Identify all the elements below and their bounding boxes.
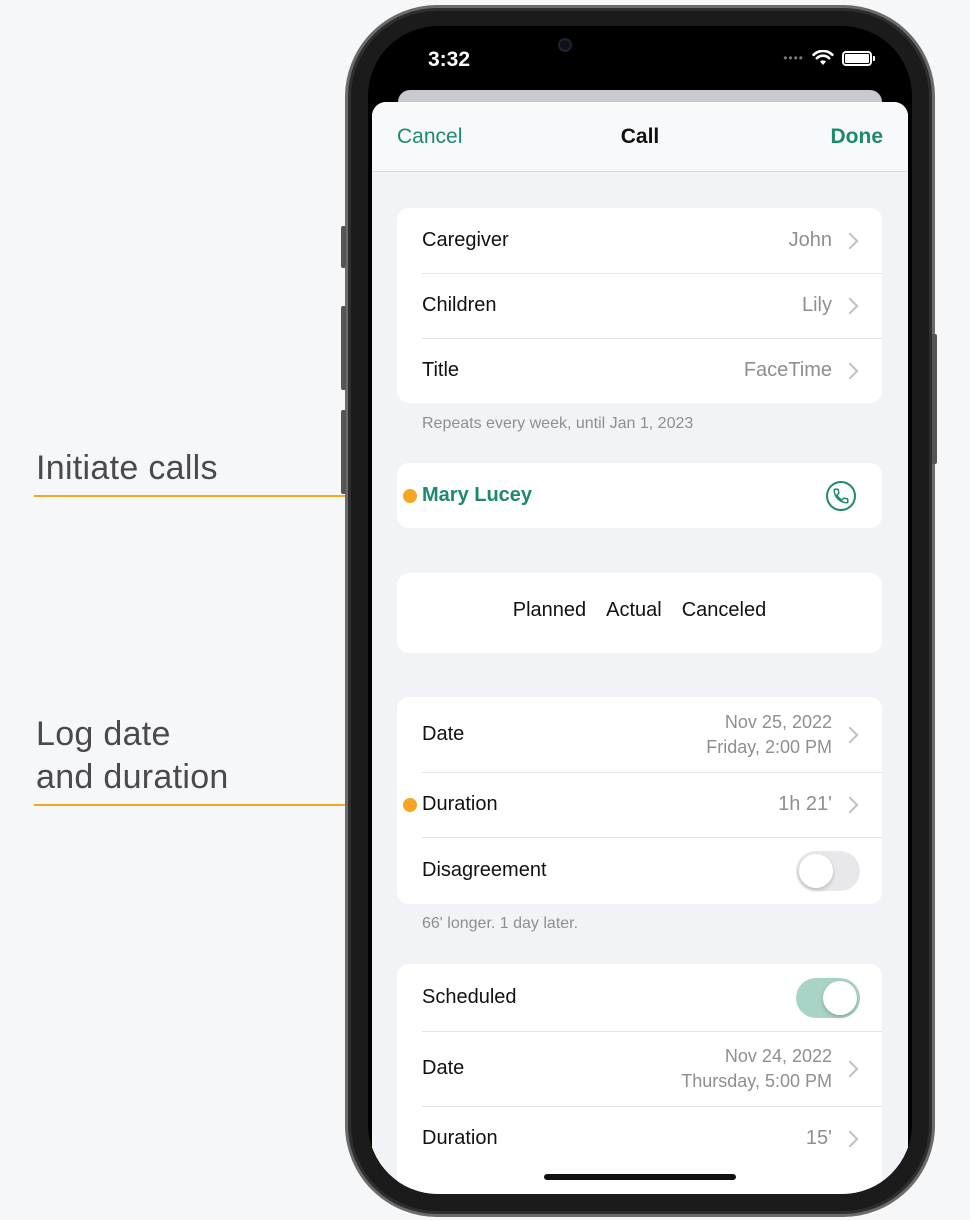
status-icons: •••• [783, 50, 875, 66]
chevron-right-icon [841, 232, 859, 249]
status-segmented-control: Planned Actual Canceled [397, 573, 882, 653]
chevron-right-icon [841, 362, 859, 379]
battery-icon [842, 50, 875, 66]
actual-date-line2: Friday, 2:00 PM [706, 736, 832, 757]
scheduled-date-line2: Thursday, 5:00 PM [681, 1070, 832, 1091]
side-button-volume-down [341, 410, 346, 494]
scheduled-duration-label: Duration [422, 1127, 498, 1149]
phone-screen: 3:32 •••• Cancel Call Done Caregiver Joh… [368, 26, 912, 1194]
front-camera [558, 38, 572, 52]
disagreement-label: Disagreement [422, 859, 547, 881]
scheduled-toggle[interactable] [796, 977, 860, 1018]
scheduled-duration-value: 15' [805, 1127, 832, 1149]
signal-icon: •••• [783, 51, 804, 65]
navigation-bar: Cancel Call Done [372, 102, 908, 172]
caregiver-value: John [788, 229, 832, 251]
scheduled-duration-row[interactable]: Duration 15' [397, 1106, 882, 1171]
side-button-volume-up [341, 306, 346, 390]
phone-call-icon[interactable] [826, 480, 856, 511]
callout-dot-initiate [403, 489, 417, 503]
chevron-right-icon [841, 1060, 859, 1077]
chevron-right-icon [841, 297, 859, 314]
wifi-icon [812, 50, 834, 65]
callout-log-date-line1: Log date [36, 715, 171, 753]
home-indicator[interactable] [544, 1174, 736, 1180]
actual-date-value: Nov 25, 2022 Friday, 2:00 PM [706, 710, 832, 760]
scheduled-date-label: Date [422, 1057, 465, 1079]
actual-date-label: Date [422, 723, 465, 745]
actual-date-row[interactable]: Date Nov 25, 2022 Friday, 2:00 PM [397, 697, 882, 772]
repeat-note: Repeats every week, until Jan 1, 2023 [422, 415, 694, 432]
callout-dot-log [403, 798, 417, 812]
actual-duration-value: 1h 21' [778, 793, 832, 815]
actual-date-line1: Nov 25, 2022 [724, 711, 832, 732]
contact-row[interactable]: Mary Lucey [397, 463, 882, 528]
side-button-power [932, 334, 937, 464]
title-label: Title [422, 359, 460, 381]
scheduled-date-line1: Nov 24, 2022 [724, 1045, 832, 1066]
segment-planned[interactable]: Planned [513, 599, 586, 653]
title-value: FaceTime [743, 359, 832, 381]
children-row[interactable]: Children Lily [397, 273, 882, 338]
disagreement-row: Disagreement [397, 837, 882, 904]
scheduled-row: Scheduled [397, 964, 882, 1031]
actual-group: Date Nov 25, 2022 Friday, 2:00 PM Durati… [397, 697, 882, 904]
scheduled-date-value: Nov 24, 2022 Thursday, 5:00 PM [681, 1044, 832, 1094]
title-row[interactable]: Title FaceTime [397, 338, 882, 403]
actual-duration-row[interactable]: Duration 1h 21' [397, 772, 882, 837]
details-group: Caregiver John Children Lily Title FaceT… [397, 208, 882, 403]
scheduled-label: Scheduled [422, 986, 517, 1008]
side-button-mute [341, 226, 346, 268]
children-value: Lily [801, 294, 832, 316]
chevron-right-icon [841, 796, 859, 813]
disagreement-toggle[interactable] [796, 850, 860, 891]
chevron-right-icon [841, 726, 859, 743]
status-segment-group: Planned Actual Canceled [397, 573, 882, 653]
caregiver-row[interactable]: Caregiver John [397, 208, 882, 273]
callout-initiate-calls: Initiate calls [36, 449, 218, 487]
scheduled-date-row[interactable]: Date Nov 24, 2022 Thursday, 5:00 PM [397, 1031, 882, 1106]
children-label: Children [422, 294, 497, 316]
segment-actual[interactable]: Actual [606, 599, 662, 653]
segment-canceled[interactable]: Canceled [682, 599, 767, 653]
callout-log-date-line2: and duration [36, 758, 229, 796]
caregiver-label: Caregiver [422, 229, 509, 251]
scheduled-group: Scheduled Date Nov 24, 2022 Thursday, 5:… [397, 964, 882, 1194]
call-sheet: Cancel Call Done Caregiver John Children… [372, 102, 908, 1194]
actual-note: 66' longer. 1 day later. [422, 915, 579, 932]
status-time: 3:32 [428, 48, 471, 71]
chevron-right-icon [841, 1130, 859, 1147]
done-button[interactable]: Done [831, 125, 884, 149]
contact-name[interactable]: Mary Lucey [422, 484, 826, 507]
contact-group: Mary Lucey [397, 463, 882, 528]
actual-duration-label: Duration [422, 793, 498, 815]
page-title: Call [620, 125, 660, 148]
